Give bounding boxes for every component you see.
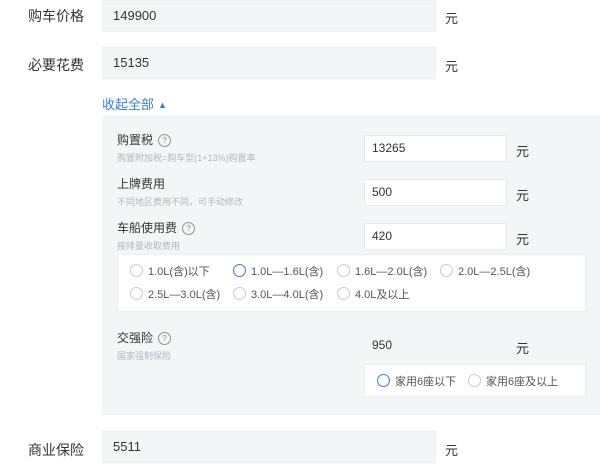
license-fee-hint: 不同地区费用不同，可手动修改 bbox=[117, 197, 244, 207]
purchase-tax-unit: 元 bbox=[516, 144, 530, 159]
seat-option-label: 家用6座及以上 bbox=[486, 376, 559, 388]
displacement-option-label: 4.0L及以上 bbox=[355, 289, 410, 301]
vessel-tax-hint: 按排量收取费用 bbox=[117, 241, 181, 251]
license-fee-input[interactable]: 500 bbox=[364, 179, 507, 206]
necessary-cost-label: 必要花费 bbox=[28, 57, 84, 73]
question-icon[interactable]: ? bbox=[158, 332, 172, 345]
displacement-option[interactable]: 3.0L—4.0L(含) bbox=[233, 286, 323, 302]
radio-icon bbox=[130, 287, 143, 300]
car-price-unit: 元 bbox=[445, 11, 459, 26]
compulsory-insurance-unit: 元 bbox=[516, 341, 530, 356]
purchase-tax-label: 购置税 bbox=[117, 133, 154, 147]
license-fee-unit: 元 bbox=[516, 188, 530, 203]
displacement-option[interactable]: 4.0L及以上 bbox=[337, 286, 409, 302]
displacement-option-label: 2.0L—2.5L(含) bbox=[458, 266, 531, 278]
commercial-insurance-input[interactable]: 5511 bbox=[102, 431, 436, 463]
vessel-tax-unit: 元 bbox=[516, 232, 530, 247]
radio-selected-icon bbox=[233, 264, 246, 277]
compulsory-insurance-label: 交强险 bbox=[117, 331, 154, 345]
displacement-option-label: 3.0L—4.0L(含) bbox=[251, 289, 324, 301]
radio-icon bbox=[337, 287, 350, 300]
purchase-tax-label-row: 购置税? bbox=[117, 131, 172, 148]
commercial-insurance-unit: 元 bbox=[445, 443, 459, 458]
displacement-option[interactable]: 1.6L—2.0L(含) bbox=[337, 263, 427, 279]
radio-icon bbox=[468, 374, 481, 387]
displacement-option-label: 1.0L(含)以下 bbox=[148, 266, 210, 278]
seat-option[interactable]: 家用6座以下 bbox=[377, 373, 456, 389]
vessel-tax-label-row: 车船使用费? bbox=[117, 219, 196, 236]
radio-selected-icon bbox=[377, 374, 390, 387]
purchase-tax-input[interactable]: 13265 bbox=[364, 135, 507, 162]
displacement-option[interactable]: 1.0L—1.6L(含) bbox=[233, 263, 323, 279]
compulsory-insurance-hint: 国家强制保险 bbox=[117, 351, 172, 361]
compulsory-insurance-label-row: 交强险? bbox=[117, 329, 172, 346]
question-icon[interactable]: ? bbox=[158, 134, 172, 147]
seat-option[interactable]: 家用6座及以上 bbox=[468, 373, 558, 389]
necessary-cost-unit: 元 bbox=[445, 59, 459, 74]
necessary-cost-input[interactable]: 15135 bbox=[102, 47, 436, 79]
compulsory-insurance-input[interactable]: 950 bbox=[364, 332, 507, 359]
radio-icon bbox=[233, 287, 246, 300]
collapse-all-label: 收起全部 bbox=[102, 97, 155, 112]
radio-icon bbox=[130, 264, 143, 277]
caret-up-icon: ▲ bbox=[158, 100, 167, 110]
displacement-option[interactable]: 2.0L—2.5L(含) bbox=[440, 263, 530, 279]
displacement-option[interactable]: 1.0L(含)以下 bbox=[130, 263, 210, 279]
displacement-option-label: 1.0L—1.6L(含) bbox=[251, 266, 324, 278]
radio-icon bbox=[337, 264, 350, 277]
seat-option-label: 家用6座以下 bbox=[395, 376, 457, 388]
question-icon[interactable]: ? bbox=[182, 222, 196, 235]
license-fee-label: 上牌费用 bbox=[117, 177, 166, 191]
radio-icon bbox=[440, 264, 453, 277]
commercial-insurance-label: 商业保险 bbox=[28, 442, 84, 458]
purchase-tax-hint: 购置附加税=购车型(1+13%)购置率 bbox=[117, 153, 256, 163]
displacement-option-label: 2.5L—3.0L(含) bbox=[148, 289, 221, 301]
car-price-label: 购车价格 bbox=[28, 8, 84, 24]
vessel-tax-input[interactable]: 420 bbox=[364, 223, 507, 250]
displacement-option-label: 1.6L—2.0L(含) bbox=[355, 266, 428, 278]
displacement-option[interactable]: 2.5L—3.0L(含) bbox=[130, 286, 220, 302]
collapse-all-toggle[interactable]: 收起全部 ▲ bbox=[102, 94, 167, 113]
vessel-tax-label: 车船使用费 bbox=[117, 221, 178, 235]
car-price-input[interactable]: 149900 bbox=[102, 0, 436, 32]
